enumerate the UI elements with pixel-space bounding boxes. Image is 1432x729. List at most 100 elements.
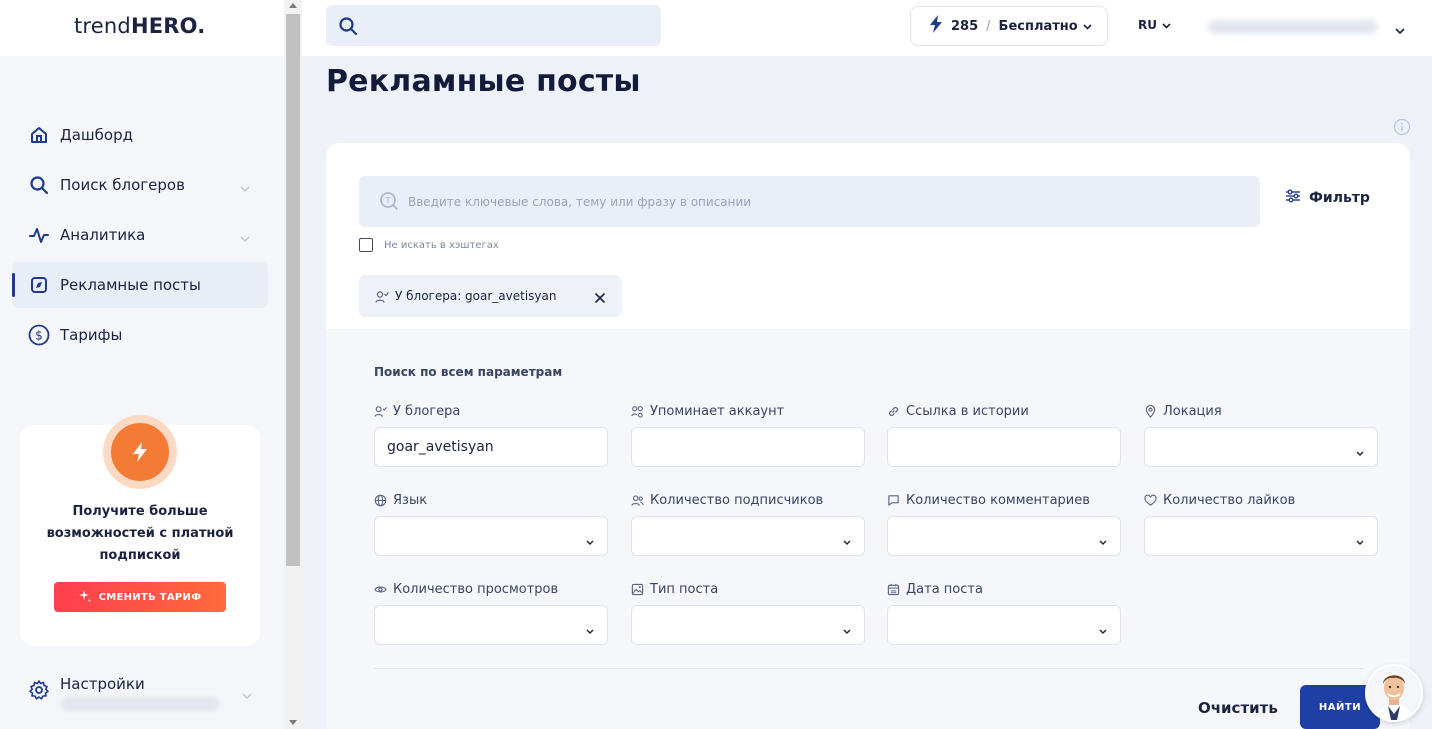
ad-post-icon bbox=[28, 274, 50, 296]
global-search-input[interactable] bbox=[326, 5, 661, 46]
field-label: Дата поста bbox=[887, 581, 1121, 597]
top-bar: 285 / Бесплатно RU bbox=[302, 0, 1432, 56]
logo-bold-text: HERO. bbox=[130, 14, 206, 38]
change-plan-label: СМЕНИТЬ ТАРИФ bbox=[98, 591, 202, 603]
location-select[interactable] bbox=[1144, 427, 1378, 467]
field-location: Локация bbox=[1144, 403, 1378, 467]
link-icon bbox=[887, 405, 900, 418]
chevron-down-icon bbox=[586, 622, 594, 638]
sidebar-item-label: Поиск блогеров bbox=[60, 176, 185, 194]
field-label: Количество просмотров bbox=[374, 581, 608, 597]
globe-icon bbox=[374, 494, 387, 507]
comments-count-select[interactable] bbox=[887, 516, 1121, 556]
change-plan-button[interactable]: СМЕНИТЬ ТАРИФ bbox=[54, 582, 226, 612]
chevron-down-icon bbox=[240, 178, 250, 196]
credits-plan-dropdown[interactable]: 285 / Бесплатно bbox=[910, 6, 1108, 46]
logo-area: trendHERO. bbox=[0, 0, 284, 56]
chevron-down-icon[interactable] bbox=[1395, 20, 1405, 39]
sidebar-item-settings[interactable]: Настройки bbox=[28, 673, 268, 719]
field-label-text: Язык bbox=[393, 492, 428, 508]
chevron-down-icon bbox=[843, 622, 851, 638]
views-count-select[interactable] bbox=[374, 605, 608, 645]
logo[interactable]: trendHERO. bbox=[74, 14, 205, 38]
sparkle-icon bbox=[78, 589, 91, 605]
chevron-down-icon bbox=[240, 228, 250, 246]
credits-separator: / bbox=[986, 18, 991, 34]
field-mentions-account: Упоминает аккаунт bbox=[631, 403, 865, 467]
support-avatar[interactable] bbox=[1365, 664, 1423, 722]
no-hashtags-checkbox[interactable] bbox=[359, 238, 373, 252]
mentions-account-input[interactable] bbox=[631, 427, 865, 467]
field-label: Количество подписчиков bbox=[631, 492, 865, 508]
user-account-blurred[interactable] bbox=[1208, 20, 1378, 34]
svg-text:$: $ bbox=[35, 329, 43, 343]
comment-icon bbox=[887, 494, 900, 507]
gear-icon bbox=[28, 679, 50, 705]
sidebar-item-blogger-search[interactable]: Поиск блогеров bbox=[12, 162, 268, 208]
field-label-text: Ссылка в истории bbox=[906, 403, 1029, 419]
sidebar-item-label: Дашборд bbox=[60, 126, 133, 144]
chevron-down-icon bbox=[586, 533, 594, 549]
field-label: У блогера bbox=[374, 403, 608, 419]
image-icon bbox=[631, 583, 644, 596]
lightning-icon bbox=[929, 15, 943, 37]
sidebar-scrollbar[interactable] bbox=[284, 0, 302, 729]
story-link-input[interactable] bbox=[887, 427, 1121, 467]
promo-text: Получите больше возможностей с платной п… bbox=[46, 504, 234, 563]
chevron-down-icon bbox=[1099, 533, 1107, 549]
field-label: Локация bbox=[1144, 403, 1378, 419]
field-label: Количество лайков bbox=[1144, 492, 1378, 508]
field-label-text: Количество лайков bbox=[1163, 492, 1296, 508]
heart-icon bbox=[1144, 494, 1157, 507]
find-label: НАЙТИ bbox=[1318, 701, 1362, 713]
blogger-input[interactable]: goar_avetisyan bbox=[374, 427, 608, 467]
clear-button[interactable]: Очистить bbox=[1198, 699, 1278, 717]
chevron-down-icon bbox=[1356, 444, 1364, 460]
sidebar-item-analytics[interactable]: Аналитика bbox=[12, 212, 268, 258]
search-icon bbox=[338, 16, 358, 40]
field-views-count: Количество просмотров bbox=[374, 581, 608, 645]
plan-name: Бесплатно bbox=[998, 18, 1078, 34]
field-label-text: Локация bbox=[1163, 403, 1222, 419]
upgrade-promo-card: Получите больше возможностей с платной п… bbox=[20, 415, 260, 646]
followers-count-select[interactable] bbox=[631, 516, 865, 556]
sidebar-item-ad-posts[interactable]: Рекламные посты bbox=[12, 262, 268, 308]
sidebar-item-label: Аналитика bbox=[60, 226, 146, 244]
field-label: Ссылка в истории bbox=[887, 403, 1121, 419]
post-type-select[interactable] bbox=[631, 605, 865, 645]
chevron-down-icon bbox=[1099, 622, 1107, 638]
info-icon[interactable] bbox=[1393, 118, 1411, 140]
field-label-text: Количество подписчиков bbox=[650, 492, 824, 508]
chevron-down-icon bbox=[843, 533, 851, 549]
chevron-down-icon bbox=[1083, 19, 1092, 34]
field-label: Язык bbox=[374, 492, 608, 508]
chevron-down-icon bbox=[1356, 533, 1364, 549]
calendar-icon bbox=[887, 583, 900, 596]
scroll-up-arrow-icon[interactable] bbox=[289, 3, 297, 8]
scrollbar-thumb[interactable] bbox=[286, 14, 300, 566]
chip-label: У блогера: goar_avetisyan bbox=[395, 289, 557, 303]
scroll-down-arrow-icon[interactable] bbox=[289, 720, 297, 725]
close-icon[interactable] bbox=[594, 289, 606, 308]
credits-count: 285 bbox=[951, 18, 979, 34]
field-label: Количество комментариев bbox=[887, 492, 1121, 508]
field-label-text: Количество просмотров bbox=[393, 581, 559, 597]
field-label: Упоминает аккаунт bbox=[631, 403, 865, 419]
filter-button[interactable]: Фильтр bbox=[1285, 189, 1370, 207]
language-selector[interactable]: RU bbox=[1138, 18, 1171, 32]
language-select[interactable] bbox=[374, 516, 608, 556]
sidebar-nav: Дашборд Поиск блогеров Аналитика Рекламн… bbox=[12, 112, 268, 362]
sidebar-item-label: Тарифы bbox=[60, 326, 123, 344]
field-label: Тип поста bbox=[631, 581, 865, 597]
likes-count-select[interactable] bbox=[1144, 516, 1378, 556]
post-date-select[interactable] bbox=[887, 605, 1121, 645]
no-hashtags-option[interactable]: Не искать в хэштегах bbox=[359, 238, 499, 252]
field-label-text: Количество комментариев bbox=[906, 492, 1090, 508]
field-language: Язык bbox=[374, 492, 608, 556]
logo-light-text: trend bbox=[74, 14, 131, 38]
sidebar-item-dashboard[interactable]: Дашборд bbox=[12, 112, 268, 158]
no-hashtags-label: Не искать в хэштегах bbox=[384, 239, 499, 251]
sidebar-item-pricing[interactable]: $ Тарифы bbox=[12, 312, 268, 358]
keyword-search-input[interactable]: T Введите ключевые слова, тему или фразу… bbox=[359, 176, 1260, 227]
field-followers-count: Количество подписчиков bbox=[631, 492, 865, 556]
